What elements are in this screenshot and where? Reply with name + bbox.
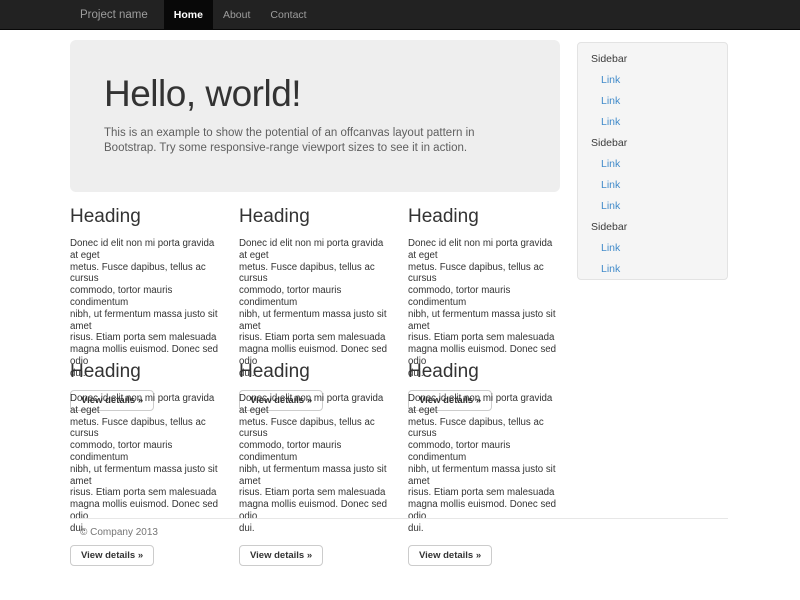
sidebar-link[interactable]: Link [578,238,727,259]
view-details-button[interactable]: View details » [408,545,492,566]
card-body-text: Donec id elit non mi porta gravida at eg… [408,393,560,535]
sidebar-link[interactable]: Link [578,70,727,91]
sidebar-group-heading: Sidebar [578,217,727,238]
footer-copyright: © Company 2013 [80,527,158,538]
jumbotron-lead: This is an example to show the potential… [104,126,526,156]
sidebar-link[interactable]: Link [578,259,727,280]
view-details-button[interactable]: View details » [239,545,323,566]
sidebar-link[interactable]: Link [578,175,727,196]
sidebar-link[interactable]: Link [578,196,727,217]
footer-divider [70,518,728,519]
nav-item-about[interactable]: About [213,0,260,30]
card-body-text: Donec id elit non mi porta gravida at eg… [70,393,222,535]
sidebar-link[interactable]: Link [578,112,727,133]
card-heading: Heading [239,206,391,228]
card-heading: Heading [239,361,391,383]
card-body-text: Donec id elit non mi porta gravida at eg… [70,238,222,380]
sidebar-link[interactable]: Link [578,91,727,112]
card-body-text: Donec id elit non mi porta gravida at eg… [239,238,391,380]
navbar-brand[interactable]: Project name [64,0,164,30]
sidebar-link[interactable]: Link [578,154,727,175]
sidebar-group-heading: Sidebar [578,49,727,70]
navbar: Project name Home About Contact [0,0,800,30]
jumbotron: Hello, world! This is an example to show… [70,40,560,192]
card-body-text: Donec id elit non mi porta gravida at eg… [239,393,391,535]
content-card: Heading Donec id elit non mi porta gravi… [239,361,391,566]
sidebar-panel: Sidebar Link Link Link Sidebar Link Link… [577,42,728,280]
card-heading: Heading [70,206,222,228]
nav-item-contact[interactable]: Contact [260,0,316,30]
card-heading: Heading [70,361,222,383]
card-heading: Heading [408,206,560,228]
card-heading: Heading [408,361,560,383]
card-body-text: Donec id elit non mi porta gravida at eg… [408,238,560,380]
navbar-container: Project name Home About Contact [64,0,800,30]
content-card: Heading Donec id elit non mi porta gravi… [408,361,560,566]
navbar-brand-label: Project name [80,9,148,21]
page-title: Hello, world! [104,73,526,115]
view-details-button[interactable]: View details » [70,545,154,566]
sidebar-group-heading: Sidebar [578,133,727,154]
nav-item-home[interactable]: Home [164,0,213,30]
